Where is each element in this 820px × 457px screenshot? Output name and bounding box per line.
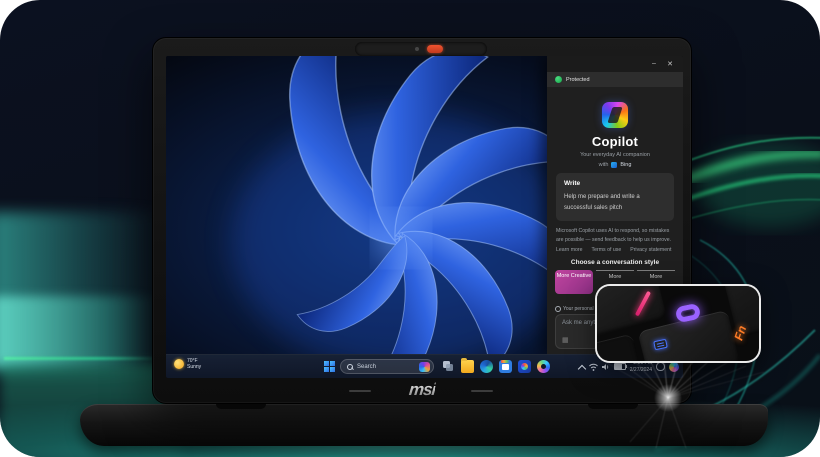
panel-titlebar: – ✕ [547,56,683,72]
keyboard-closeup-inset: Fn [595,284,761,363]
bing-icon [611,162,617,168]
learn-more-link[interactable]: Learn more [556,247,583,253]
minimize-icon[interactable]: – [649,60,659,67]
bezel-dash-right [471,390,493,392]
weather-condition: Sunny [187,364,201,370]
style-tab-more-creative[interactable]: More Creative [555,270,593,294]
photos-icon[interactable] [518,360,531,373]
with-bing-row: with Bing [547,162,683,168]
brand-area: msi [153,380,691,400]
write-suggestion-card[interactable]: Write Help me prepare and write a succes… [556,173,674,221]
webcam-lens-icon [415,47,419,51]
with-label: with [599,162,609,168]
start-button[interactable] [324,361,335,372]
input-options-icon[interactable]: ▦ [562,337,569,344]
close-icon[interactable]: ✕ [665,60,675,68]
webcam-shutter-slider [427,45,443,53]
marketing-image: – ✕ Protected Copilot Your everyday AI c… [0,0,820,457]
shield-protected-icon [555,76,562,83]
edge-icon[interactable] [480,360,493,373]
file-explorer-icon[interactable] [461,360,474,373]
bezel-dash-left [349,390,371,392]
protected-label: Protected [566,77,590,83]
weather-temp: 70°F [187,358,198,364]
ai-disclaimer: Microsoft Copilot uses AI to respond, so… [556,227,676,244]
write-card-title: Write [564,180,666,187]
microsoft-store-icon[interactable] [499,360,512,373]
copilot-subtitle: Your everyday AI companion [547,152,683,158]
volume-icon[interactable] [602,363,610,371]
copilot-title: Copilot [547,134,683,149]
adjacent-key [595,333,645,363]
sun-icon [174,359,184,369]
terms-of-use-link[interactable]: Terms of use [592,247,622,253]
taskbar-center: Search [324,355,550,378]
privacy-statement-link[interactable]: Privacy statement [630,247,671,253]
wifi-icon[interactable] [589,363,598,371]
tray-date: 2/27/2024 [630,367,652,373]
laptop-base [80,404,768,446]
left-green-line [4,357,159,360]
write-card-body: Help me prepare and write a successful s… [564,192,666,214]
battery-icon[interactable] [614,363,626,370]
privacy-ring-icon [555,306,561,312]
search-placeholder: Search [357,364,415,370]
task-view-icon[interactable] [442,360,455,373]
msi-logo: msi [408,380,436,400]
legal-links: Learn more Terms of use Privacy statemen… [556,247,678,253]
copilot-logo-icon [602,102,628,128]
weather-text: 70°F Sunny [187,358,201,371]
search-icon [347,364,353,370]
taskbar-app-icons [442,360,550,373]
bing-visual-search-icon[interactable] [419,362,430,372]
copilot-tray-icon[interactable] [669,362,679,372]
weather-widget[interactable]: 70°F Sunny [174,358,201,371]
chevron-up-icon[interactable] [579,364,585,370]
search-box[interactable]: Search [340,359,434,374]
protected-banner: Protected [547,72,683,87]
bing-label: Bing [620,162,631,168]
webcam-module [355,42,487,56]
left-teal-glow-bright [0,296,159,366]
copilot-taskbar-icon[interactable] [537,360,550,373]
background-card: – ✕ Protected Copilot Your everyday AI c… [0,0,820,457]
conversation-style-heading: Choose a conversation style [547,259,683,266]
notification-bell-icon[interactable] [656,362,665,371]
